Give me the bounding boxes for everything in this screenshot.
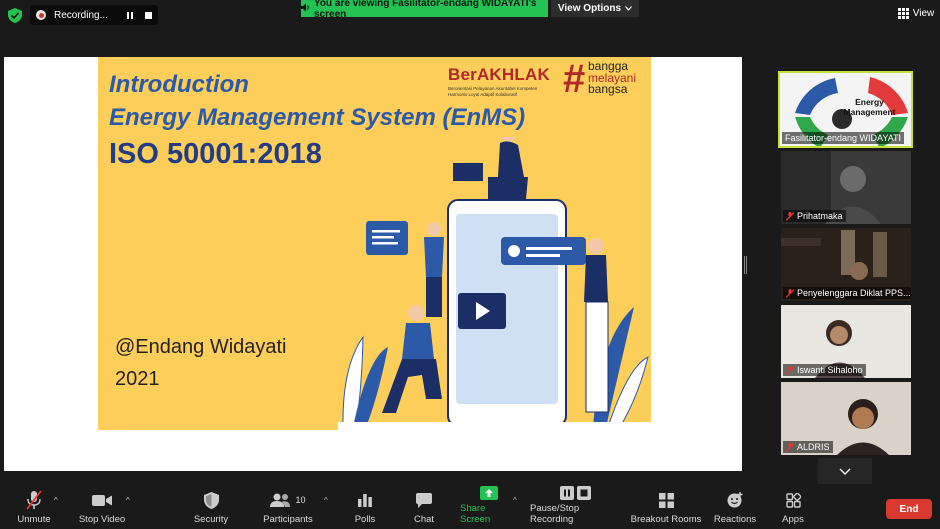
- security-shield-icon: [203, 489, 219, 511]
- view-options-label: View Options: [557, 3, 622, 14]
- shield-check-icon[interactable]: [8, 8, 22, 23]
- slide-title-line3: ISO 50001:2018: [109, 138, 322, 170]
- top-bar: Recording... You are viewing Fasilitator…: [0, 0, 940, 30]
- participant-name: Iswanti Sihaloho: [783, 364, 866, 376]
- participants-options-caret-icon[interactable]: ^: [324, 496, 328, 505]
- reactions-button[interactable]: Reactions: [712, 486, 758, 529]
- grid-view-icon: [897, 7, 909, 19]
- shared-screen-area: Introduction Energy Management System (E…: [4, 57, 742, 471]
- share-screen-options-caret-icon[interactable]: ^: [513, 496, 517, 505]
- pause-stop-recording-button[interactable]: Pause/Stop Recording: [530, 486, 622, 529]
- mobile-app-illustration: [338, 137, 651, 430]
- reactions-label: Reactions: [713, 514, 757, 525]
- gallery-scroll-down-button[interactable]: [818, 458, 872, 484]
- share-screen-label: Share Screen: [460, 503, 491, 525]
- mic-muted-icon: [785, 365, 795, 375]
- mic-muted-icon: [785, 211, 795, 221]
- slide-author: @Endang Widayati: [115, 336, 287, 358]
- meeting-toolbar: Unmute ^ Stop Video ^ Security 10 Partic…: [0, 486, 940, 529]
- participant-name-text: ALDRIS: [797, 442, 830, 452]
- pause-stop-recording-label: Pause/Stop Recording: [530, 503, 580, 525]
- apps-label: Apps: [782, 514, 804, 525]
- participant-name: Prihatmaka: [783, 210, 846, 222]
- security-button[interactable]: Security: [190, 486, 232, 529]
- polls-button[interactable]: Polls: [350, 486, 380, 529]
- viewing-banner: You are viewing Fasilitator-endang WIDAY…: [301, 0, 548, 20]
- participant-name: Penyelenggara Diklat PPS...: [783, 287, 911, 299]
- breakout-rooms-label: Breakout Rooms: [630, 514, 702, 525]
- stop-video-label: Stop Video: [78, 514, 126, 525]
- end-meeting-button[interactable]: End: [886, 499, 932, 519]
- participant-name-text: Penyelenggara Diklat PPS...: [797, 288, 911, 298]
- apps-icon: [785, 489, 801, 511]
- chevron-down-icon: [625, 3, 633, 14]
- participant-tile[interactable]: Prihatmaka: [781, 151, 911, 224]
- bangga-line3: bangsa: [588, 82, 628, 96]
- chat-button[interactable]: Chat: [410, 486, 438, 529]
- slide-title-line1: Introduction: [109, 71, 249, 98]
- pause-stop-recording-icon: [560, 486, 592, 500]
- mic-muted-icon: [26, 489, 42, 511]
- mic-muted-icon: [785, 288, 795, 298]
- slide-year: 2021: [115, 368, 160, 390]
- stop-recording-button[interactable]: [142, 9, 154, 21]
- participant-name-text: Fasilitator-endang WIDAYATI: [785, 133, 902, 143]
- thumbnail-caption: Energy Management: [843, 97, 896, 117]
- panel-resize-handle[interactable]: [744, 256, 747, 274]
- participants-count: 10: [295, 495, 306, 505]
- participant-tile[interactable]: Penyelenggara Diklat PPS...: [781, 228, 911, 301]
- participant-name: Fasilitator-endang WIDAYATI: [782, 132, 905, 144]
- participant-name-text: Iswanti Sihaloho: [797, 365, 863, 375]
- video-options-caret-icon[interactable]: ^: [126, 496, 130, 505]
- end-label: End: [899, 503, 919, 515]
- presentation-slide: Introduction Energy Management System (E…: [98, 57, 651, 430]
- participant-name: ALDRIS: [783, 441, 833, 453]
- bangga-melayani-bangsa-logo: bangga melayani bangsa: [588, 60, 636, 96]
- participant-tile[interactable]: Energy Management Fasilitator-endang WID…: [778, 71, 913, 148]
- recording-indicator: Recording...: [30, 5, 158, 25]
- breakout-rooms-button[interactable]: Breakout Rooms: [630, 486, 702, 529]
- speaker-icon: [301, 3, 310, 15]
- unmute-label: Unmute: [17, 514, 51, 525]
- unmute-button[interactable]: Unmute: [12, 486, 56, 529]
- mic-muted-icon: [785, 442, 795, 452]
- recording-dot-icon: [36, 10, 46, 20]
- polls-bar-chart-icon: [358, 489, 372, 511]
- berakhlak-logo-text: BerAKHLAK: [448, 65, 550, 84]
- view-label: View: [912, 7, 935, 19]
- audio-options-caret-icon[interactable]: ^: [54, 496, 58, 505]
- participants-label: Participants: [263, 514, 313, 525]
- participant-tile[interactable]: ALDRIS: [781, 382, 911, 455]
- berakhlak-logo: BerAKHLAK Berorientasi Pelayanan Akuntab…: [448, 65, 560, 97]
- participant-tile[interactable]: Iswanti Sihaloho: [781, 305, 911, 378]
- berakhlak-subtitle-line1: Berorientasi Pelayanan Akuntabel Kompete…: [448, 86, 538, 91]
- viewing-banner-text: You are viewing Fasilitator-endang WIDAY…: [314, 0, 537, 20]
- share-screen-button[interactable]: Share Screen: [460, 486, 518, 529]
- participants-button[interactable]: 10 Participants: [260, 486, 316, 529]
- berakhlak-subtitle-line2: Harmonis Loyal Adaptif Kolaboratif: [448, 92, 518, 97]
- chat-label: Chat: [413, 514, 435, 525]
- participant-name-text: Prihatmaka: [797, 211, 843, 221]
- video-camera-icon: [92, 489, 112, 511]
- chevron-down-icon: [839, 468, 851, 475]
- view-options-button[interactable]: View Options: [551, 0, 639, 17]
- security-label: Security: [193, 514, 229, 525]
- polls-label: Polls: [354, 514, 376, 525]
- breakout-rooms-icon: [658, 489, 674, 511]
- recording-label: Recording...: [54, 9, 108, 21]
- chat-bubble-icon: [416, 489, 432, 511]
- view-button[interactable]: View: [897, 4, 935, 22]
- pause-recording-button[interactable]: [124, 9, 136, 21]
- slide-title-line2: Energy Management System (EnMS): [109, 104, 526, 131]
- hashtag-icon: #: [563, 57, 586, 101]
- stop-video-button[interactable]: Stop Video: [76, 486, 128, 529]
- reactions-smiley-icon: [727, 489, 743, 511]
- participants-icon: 10: [270, 489, 306, 511]
- apps-button[interactable]: Apps: [778, 486, 808, 529]
- share-screen-arrow-icon: [480, 486, 498, 500]
